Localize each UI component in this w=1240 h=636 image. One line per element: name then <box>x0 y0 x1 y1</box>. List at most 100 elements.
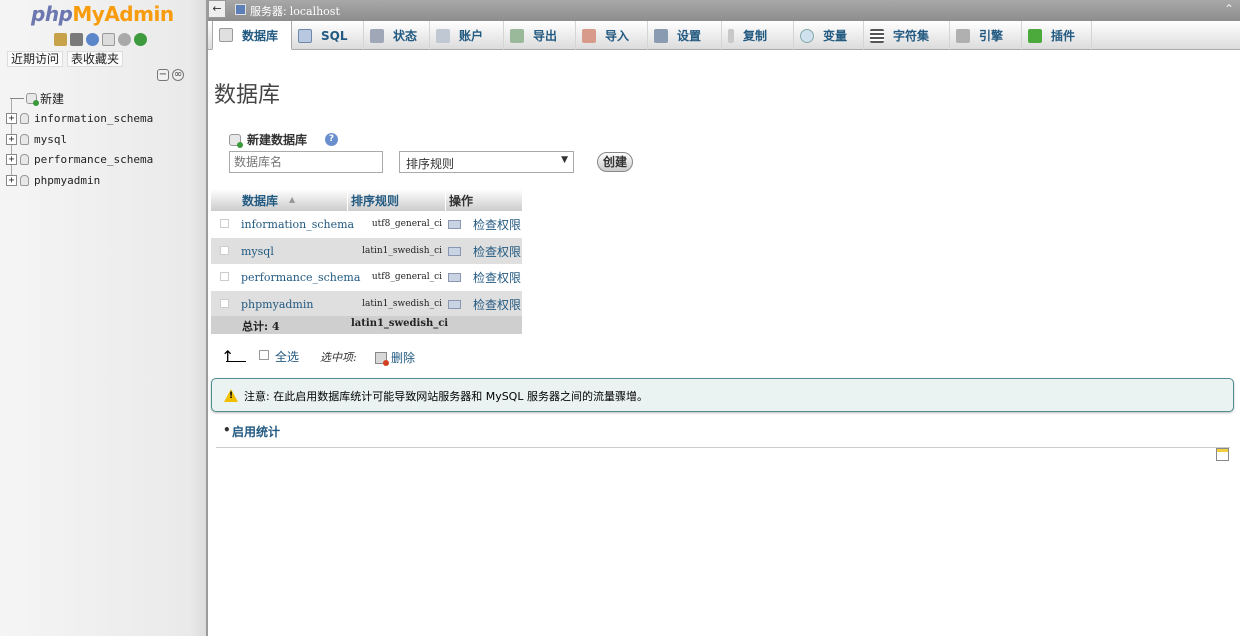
tab-charsets[interactable]: 字符集 <box>864 21 950 50</box>
table-row: phpmyadmin latin1_swedish_ci 检查权限 <box>211 291 522 318</box>
status-icon <box>370 28 384 43</box>
server-breadcrumb-bar: ← 服务器: localhost ⌃ <box>208 0 1240 21</box>
tree-item-label[interactable]: phpmyadmin <box>34 174 100 187</box>
total-count: 总计: 4 <box>242 320 280 333</box>
console-icon[interactable] <box>1216 448 1229 461</box>
header-database[interactable]: 数据库 <box>242 192 278 209</box>
tab-settings[interactable]: 设置 <box>648 21 722 50</box>
tab-status[interactable]: 状态 <box>364 21 430 50</box>
tab-accounts[interactable]: 账户 <box>430 21 504 50</box>
enable-statistics-link[interactable]: 启用统计 <box>223 423 280 440</box>
create-button[interactable]: 创建 <box>597 152 633 172</box>
recent-tab[interactable]: 近期访问 <box>7 51 64 67</box>
tree-item-phpmyadmin[interactable]: + phpmyadmin <box>6 170 153 191</box>
collapse-all-icon[interactable]: − <box>157 69 169 81</box>
check-privileges-link[interactable]: 检查权限 <box>473 269 521 286</box>
database-link[interactable]: mysql <box>241 245 274 258</box>
exit-icon[interactable] <box>70 33 83 46</box>
tab-databases[interactable]: 数据库 <box>212 21 292 50</box>
database-icon <box>20 133 29 145</box>
database-icon <box>219 28 233 42</box>
create-database-heading: 新建数据库 <box>229 131 307 148</box>
tree-controls: − ∞ <box>157 69 184 81</box>
delete-icon[interactable] <box>375 352 389 366</box>
engines-icon <box>956 28 970 43</box>
tree-new-label[interactable]: 新建 <box>40 90 64 107</box>
row-checkbox[interactable] <box>220 219 229 228</box>
tab-import[interactable]: 导入 <box>576 21 648 50</box>
tab-replication[interactable]: 复制 <box>722 21 794 50</box>
tree-item-new[interactable]: 新建 <box>6 88 153 109</box>
select-arrow-icon: ↑ <box>221 347 235 366</box>
select-all-label[interactable]: 全选 <box>275 348 299 365</box>
tab-plugins[interactable]: 插件 <box>1022 21 1092 50</box>
privileges-icon[interactable] <box>448 246 461 256</box>
navigation-panel: phpMyAdmin 近期访问 表收藏夹 − ∞ 新建 + informatio… <box>0 0 206 636</box>
tab-export[interactable]: 导出 <box>504 21 576 50</box>
charset-icon <box>870 28 884 43</box>
table-total-row: 总计: 4 latin1_swedish_ci <box>211 316 522 334</box>
privileges-icon[interactable] <box>448 300 461 309</box>
row-checkbox[interactable] <box>220 272 229 282</box>
variables-icon <box>800 28 814 43</box>
help-icon[interactable] <box>86 33 99 46</box>
database-link[interactable]: information_schema <box>241 218 354 231</box>
expand-icon[interactable]: + <box>6 133 17 145</box>
tab-engines[interactable]: 引擎 <box>950 21 1022 50</box>
delete-button[interactable]: 删除 <box>391 349 415 366</box>
database-tree: 新建 + information_schema + mysql + perfor… <box>6 88 153 191</box>
tree-item-label[interactable]: information_schema <box>34 112 153 125</box>
table-row: mysql latin1_swedish_ci 检查权限 <box>211 237 522 265</box>
phpmyadmin-logo[interactable]: phpMyAdmin <box>31 2 174 26</box>
import-icon <box>582 28 596 43</box>
tree-item-label[interactable]: mysql <box>34 133 67 146</box>
notice-message: ! 注意: 在此启用数据库统计可能导致网站服务器和 MySQL 服务器之间的流量… <box>211 378 1234 412</box>
dropdown-arrow-icon: ▼ <box>561 155 568 165</box>
table-header: 数据库 ▲ 排序规则 操作 <box>211 189 522 211</box>
check-privileges-link[interactable]: 检查权限 <box>473 243 521 260</box>
tab-sql[interactable]: SQL <box>292 21 364 50</box>
database-icon <box>20 113 29 125</box>
collapse-icon[interactable]: ⌃ <box>1224 2 1234 16</box>
docs-icon[interactable] <box>102 33 115 46</box>
collation-select[interactable]: 排序规则 ▼ <box>399 151 574 173</box>
privileges-icon[interactable] <box>448 273 461 283</box>
check-privileges-link[interactable]: 检查权限 <box>473 296 521 313</box>
header-collation[interactable]: 排序规则 <box>351 192 399 209</box>
top-menu-tabs: 数据库 SQL 状态 账户 导出 导入 设置 复制 变量 字符集 引擎 插件 <box>208 21 1240 50</box>
select-arrow-line <box>226 361 246 362</box>
select-all-checkbox[interactable] <box>259 350 269 360</box>
header-action: 操作 <box>449 194 474 208</box>
navigation-resizer[interactable] <box>206 0 208 636</box>
check-privileges-link[interactable]: 检查权限 <box>473 216 521 233</box>
row-checkbox[interactable] <box>220 299 229 308</box>
favorites-tab[interactable]: 表收藏夹 <box>67 51 124 67</box>
database-name-input[interactable] <box>229 151 383 173</box>
table-row: information_schema utf8_general_ci 检查权限 <box>211 211 522 238</box>
home-icon[interactable] <box>54 33 67 46</box>
expand-icon[interactable]: + <box>6 174 17 186</box>
server-breadcrumb[interactable]: 服务器: localhost <box>250 3 340 19</box>
expand-icon[interactable]: + <box>6 154 17 166</box>
tree-branch <box>10 97 24 99</box>
row-checkbox[interactable] <box>220 245 229 255</box>
tree-item-mysql[interactable]: + mysql <box>6 129 153 150</box>
tree-item-information-schema[interactable]: + information_schema <box>6 109 153 130</box>
tab-variables[interactable]: 变量 <box>794 21 864 50</box>
divider <box>347 189 348 211</box>
database-link[interactable]: phpmyadmin <box>241 298 313 311</box>
divider <box>445 189 446 211</box>
help-icon[interactable]: ? <box>325 133 338 146</box>
server-icon <box>235 4 246 15</box>
database-link[interactable]: performance_schema <box>241 271 360 284</box>
puzzle-icon <box>1028 28 1042 43</box>
tree-item-performance-schema[interactable]: + performance_schema <box>6 150 153 171</box>
with-selected-label: 选中项: <box>320 351 357 364</box>
tree-item-label[interactable]: performance_schema <box>34 153 153 166</box>
link-icon[interactable]: ∞ <box>172 69 184 81</box>
expand-icon[interactable]: + <box>6 113 17 125</box>
settings-icon[interactable] <box>118 33 131 46</box>
reload-icon[interactable] <box>134 33 147 46</box>
privileges-icon[interactable] <box>448 220 461 229</box>
back-arrow-icon[interactable]: ← <box>208 0 226 18</box>
